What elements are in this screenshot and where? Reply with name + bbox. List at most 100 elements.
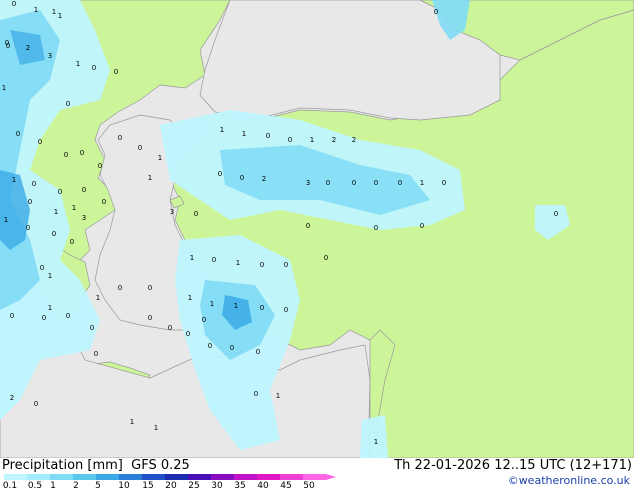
precip-value-label: 0: [32, 180, 36, 188]
precip-value-label: 0: [90, 324, 94, 332]
precip-value-label: 0: [374, 179, 378, 187]
legend-swatch: [96, 474, 119, 480]
precip-value-label: 0: [10, 312, 14, 320]
precip-value-label: 0: [168, 324, 172, 332]
legend-colorbar: [4, 474, 336, 480]
precip-value-label: 0: [64, 151, 68, 159]
legend-swatch: [73, 474, 96, 480]
precip-value-label: 2: [352, 136, 356, 144]
precip-value-label: 0: [352, 179, 356, 187]
precip-value-label: 0: [52, 230, 56, 238]
precip-value-label: 1: [276, 392, 280, 400]
precip-value-label: 1: [76, 60, 80, 68]
legend-swatch: [165, 474, 188, 480]
precip-value-label: 2: [262, 175, 266, 183]
precip-value-label: 0: [284, 261, 288, 269]
precip-value-label: 0: [80, 149, 84, 157]
precip-value-label: 0: [442, 179, 446, 187]
precip-value-label: 2: [10, 394, 14, 402]
legend-swatch: [211, 474, 234, 480]
precip-value-label: 0: [40, 264, 44, 272]
legend-swatch: [280, 474, 303, 480]
precip-value-label: 1: [48, 304, 52, 312]
precip-value-label: 1: [2, 84, 6, 92]
precip-value-label: 0: [26, 224, 30, 232]
precip-value-label: 0: [118, 134, 122, 142]
precip-value-label: 0: [70, 238, 74, 246]
precip-value-label: 1: [188, 294, 192, 302]
precip-value-label: 1: [190, 254, 194, 262]
precip-value-label: 0: [34, 400, 38, 408]
precip-value-label: 0: [186, 330, 190, 338]
precip-value-label: 1: [48, 272, 52, 280]
precip-value-label: 1: [96, 294, 100, 302]
precip-value-label: 0: [6, 42, 10, 50]
precip-value-label: 0: [434, 8, 438, 16]
precip-value-label: 0: [256, 348, 260, 356]
precip-value-label: 0: [326, 179, 330, 187]
precip-value-label: 0: [82, 186, 86, 194]
precip-value-label: 1: [34, 6, 38, 14]
precip-value-label: 2: [26, 44, 30, 52]
precip-value-label: 0: [58, 188, 62, 196]
precip-value-label: 0: [42, 314, 46, 322]
precip-value-label: 0: [28, 198, 32, 206]
precip-value-label: 0: [138, 144, 142, 152]
precip-value-label: 1: [154, 424, 158, 432]
precip-value-label: 0: [260, 261, 264, 269]
legend-swatch: [4, 474, 27, 480]
precip-value-label: 0: [94, 350, 98, 358]
legend-swatch: [119, 474, 142, 480]
precip-value-label: 0: [260, 304, 264, 312]
legend-arrow-icon: [326, 474, 336, 480]
precip-value-label: 1: [420, 179, 424, 187]
precip-value-label: 0: [38, 138, 42, 146]
precip-value-label: 1: [148, 174, 152, 182]
precip-value-label: 1: [236, 259, 240, 267]
precip-value-label: 1: [310, 136, 314, 144]
precip-value-label: 0: [554, 210, 558, 218]
precip-value-label: 0: [92, 64, 96, 72]
precip-value-label: 0: [230, 344, 234, 352]
precip-value-label: 0: [306, 222, 310, 230]
map-canvas: 01 1 100 231 0 001000 001 00 003 01 1 0 0 1 2 20 0 2 3 0 0 0 0…: [0, 0, 634, 458]
precipitation-map: 0111002310001000001000030110012200230000…: [0, 0, 634, 491]
precip-value-label: 1: [54, 208, 58, 216]
precip-value-label: 0: [212, 256, 216, 264]
precip-value-label: 1: [234, 302, 238, 310]
precip-value-label: 1: [158, 154, 162, 162]
legend-swatch: [27, 474, 50, 480]
precip-value-label: 0: [240, 174, 244, 182]
precip-value-label: 0: [266, 132, 270, 140]
precip-value-label: 1: [12, 176, 16, 184]
precip-value-label: 1: [130, 418, 134, 426]
precip-value-label: 3: [82, 214, 86, 222]
precip-value-label: 0: [288, 136, 292, 144]
precip-value-label: 1: [374, 438, 378, 446]
precip-value-label: 0: [102, 198, 106, 206]
precip-value-label: 1: [52, 8, 56, 16]
precip-value-label: 1: [4, 216, 8, 224]
footer: Precipitation [mm] GFS 0.25 Th 22-01-202…: [0, 458, 634, 491]
precip-value-label: 0: [218, 170, 222, 178]
precip-value-label: 0: [98, 162, 102, 170]
precip-value-label: 0: [420, 222, 424, 230]
precip-value-label: 1: [242, 130, 246, 138]
valid-time: Th 22-01-2026 12..15 UTC (12+171): [394, 458, 632, 473]
precip-value-label: 0: [194, 210, 198, 218]
legend-swatch: [142, 474, 165, 480]
precip-value-label: 1: [210, 300, 214, 308]
precip-value-label: 0: [66, 100, 70, 108]
precip-value-label: 2: [332, 136, 336, 144]
map-title: Precipitation [mm] GFS 0.25: [2, 458, 190, 473]
credit-link[interactable]: ©weatheronline.co.uk: [508, 474, 630, 487]
precip-value-label: 0: [324, 254, 328, 262]
precip-value-label: 1: [220, 126, 224, 134]
precip-value-label: 0: [16, 130, 20, 138]
precip-value-label: 0: [254, 390, 258, 398]
precip-value-label: 0: [202, 316, 206, 324]
precip-value-label: 3: [48, 52, 52, 60]
legend-swatch: [303, 474, 326, 480]
legend-swatch: [188, 474, 211, 480]
precip-value-label: 0: [66, 312, 70, 320]
